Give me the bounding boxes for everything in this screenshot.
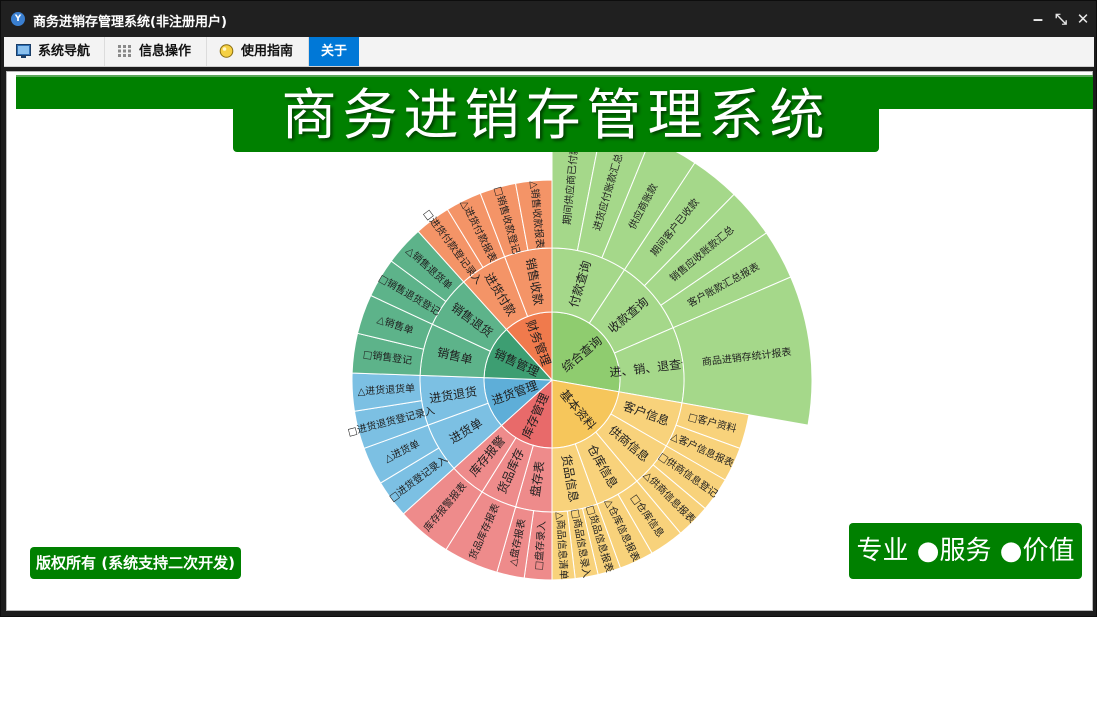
tab-about[interactable]: 关于 (309, 37, 359, 66)
lightbulb-icon (219, 44, 234, 58)
tab-label: 信息操作 (139, 44, 192, 59)
tab-system-navigation[interactable]: 系统导航 (4, 37, 105, 66)
menu-bar: 系统导航 信息操作 使用指南 关于 (4, 37, 1094, 67)
main-content: 综合查询 付款查询 期间供应商已付款 进货应付账款汇总 供应商账款 收款查询 期间客户已收款… (6, 71, 1093, 611)
app-logo-icon: Y (11, 12, 25, 26)
system-title-banner: 商务进销存管理系统 (233, 79, 879, 152)
tab-label: 关于 (321, 44, 348, 59)
tab-information-operation[interactable]: 信息操作 (105, 37, 207, 66)
minimize-button[interactable]: ‒ (1028, 9, 1048, 29)
title-bar: Y 商务进销存管理系统(非注册用户) ‒ ⤡ ✕ (1, 1, 1096, 37)
close-button[interactable]: ✕ (1073, 9, 1093, 29)
restore-button[interactable]: ⤡ (1051, 9, 1071, 29)
tab-label: 系统导航 (38, 44, 91, 59)
tab-label: 使用指南 (241, 44, 294, 59)
grid-icon (118, 45, 131, 57)
tab-user-guide[interactable]: 使用指南 (207, 37, 309, 66)
app-window: Y 商务进销存管理系统(非注册用户) ‒ ⤡ ✕ 系统导航 信息操作 使用指南 … (0, 0, 1097, 617)
copyright-badge: 版权所有 (系统支持二次开发) (30, 547, 241, 579)
monitor-icon (16, 44, 31, 58)
window-title: 商务进销存管理系统(非注册用户) (33, 15, 227, 30)
tagline-badge: 专业 ●服务 ●价值 (849, 523, 1082, 579)
